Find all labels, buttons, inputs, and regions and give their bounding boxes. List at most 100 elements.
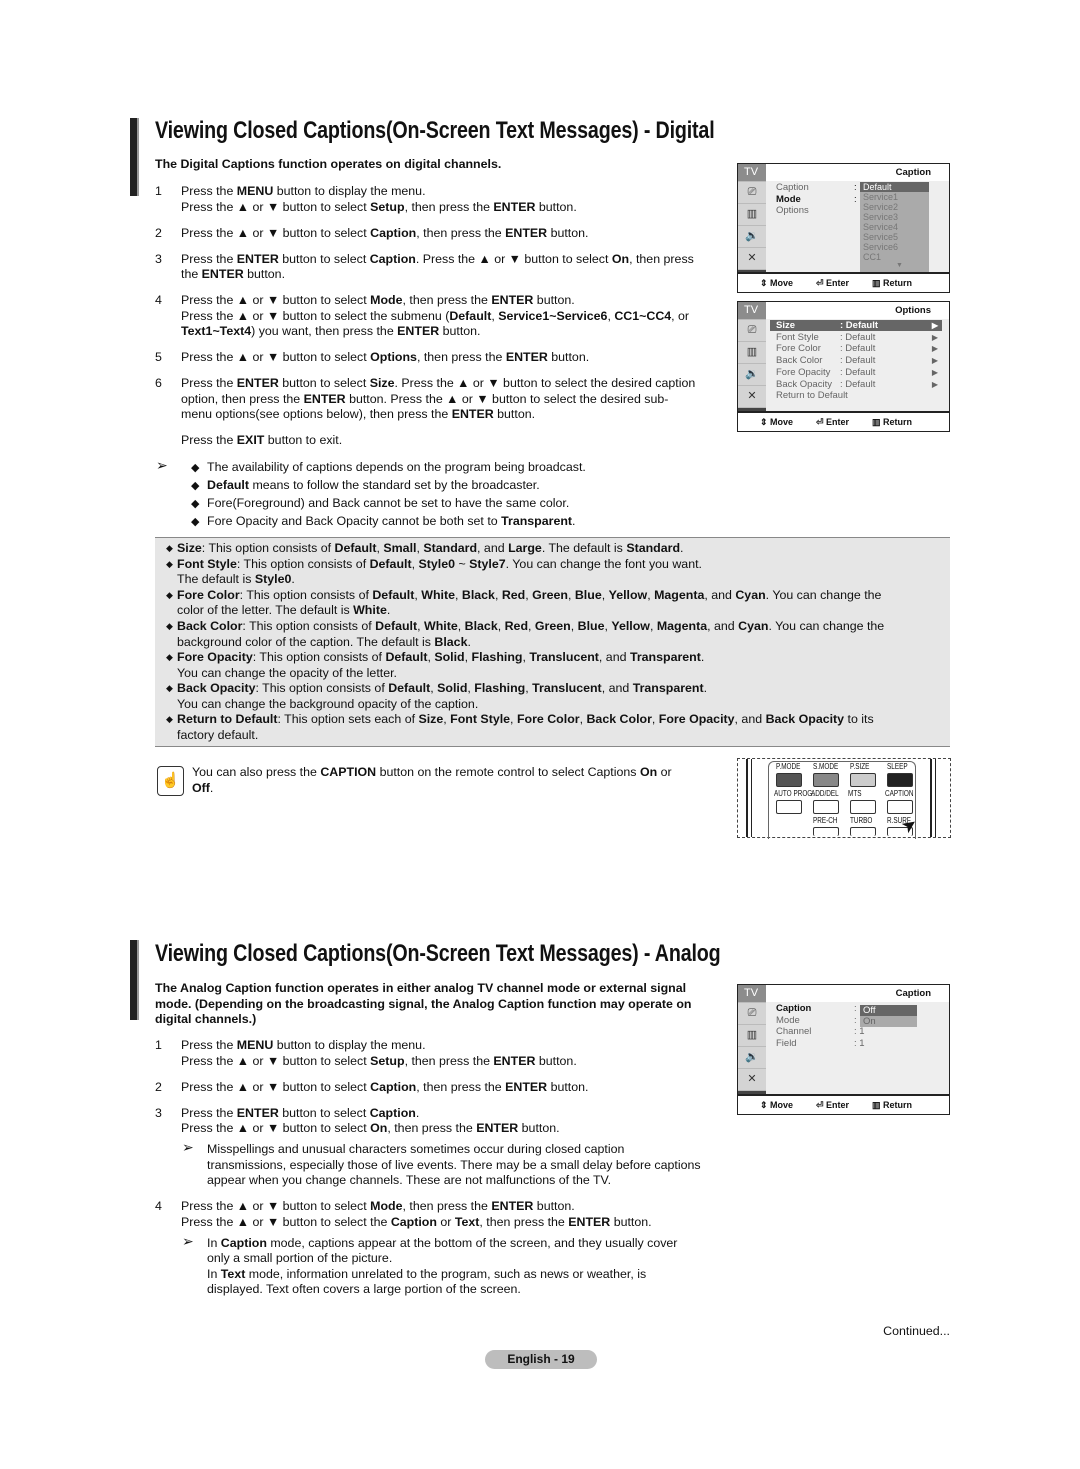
remote-label: CAPTION xyxy=(885,789,914,798)
tv-menu-item[interactable]: Fore Color: Default ▶ xyxy=(770,343,942,354)
text-run: , then press the xyxy=(402,293,492,307)
dropdown-option[interactable]: Off xyxy=(860,1005,917,1016)
tv-menu-item[interactable]: Return to Default xyxy=(770,390,942,401)
step-line: Press the ENTER button to select Size. P… xyxy=(181,376,695,391)
item-label: Back Opacity xyxy=(776,378,832,390)
remote-label: PRE-CH xyxy=(813,816,838,825)
tv-menu-item: Caption xyxy=(776,1003,812,1014)
emphasis: Black xyxy=(461,588,495,602)
emphasis: Text xyxy=(220,1267,246,1281)
tv-menu-item[interactable]: Size: Default ▶ xyxy=(770,320,942,331)
dropdown-option[interactable]: Service6 xyxy=(860,242,929,252)
step-line: Press the ▲ or ▼ button to select Setup,… xyxy=(181,200,577,215)
dropdown-option[interactable]: Default xyxy=(860,182,929,192)
tv-label: TV xyxy=(738,164,766,181)
emphasis: CC1~CC4 xyxy=(614,309,672,323)
remote-button-pmode[interactable] xyxy=(776,773,802,787)
remote-button-adddel[interactable] xyxy=(813,800,839,814)
tv-menu-item[interactable]: Font Style: Default ▶ xyxy=(770,332,942,343)
emphasis: MENU xyxy=(236,184,274,198)
text-run: button. xyxy=(547,226,589,240)
emphasis: ENTER xyxy=(493,200,536,214)
text-run: or xyxy=(657,765,672,779)
text-run: : This option consists of xyxy=(242,619,376,633)
remote-button-sleep[interactable] xyxy=(887,773,913,787)
remote-button-prech[interactable] xyxy=(813,827,839,836)
diamond-bullet-icon: ◆ xyxy=(191,462,200,474)
tv-menu-sidebar: TV⎚▥🔉✕⚌ xyxy=(738,302,766,429)
step-line: Press the ▲ or ▼ button to select Captio… xyxy=(181,226,588,241)
dropdown-option[interactable]: Service3 xyxy=(860,212,929,222)
return-hint: ▥ Return xyxy=(872,417,913,427)
text-run: . Press the ▲ or ▼ button to select the … xyxy=(394,376,696,390)
emphasis: Large xyxy=(508,541,542,555)
text-run: transmissions, especially those of live … xyxy=(207,1158,701,1172)
page-number: English - 19 xyxy=(485,1350,597,1369)
tv-menu-title: Caption xyxy=(766,985,949,1002)
remote-button-turbo[interactable] xyxy=(850,827,876,836)
step-number: 4 xyxy=(155,293,162,307)
tv-menu-item[interactable]: Back Opacity: Default ▶ xyxy=(770,379,942,390)
tv-menu-caption-analog: TV⎚▥🔉✕⚌Caption⇕ Move⏎ Enter▥ ReturnCapti… xyxy=(737,984,950,1115)
tv-menu-item[interactable]: Back Color: Default ▶ xyxy=(770,355,942,366)
step-number: 5 xyxy=(155,350,162,364)
emphasis: CAPTION xyxy=(320,765,377,779)
emphasis: Caption xyxy=(220,1236,267,1250)
emphasis: Solid xyxy=(437,681,468,695)
step-line: Press the ▲ or ▼ button to select Setup,… xyxy=(181,1054,577,1069)
text-run: Press the xyxy=(181,433,237,447)
emphasis: Cyan xyxy=(738,619,769,633)
text-run: , xyxy=(494,588,502,602)
picture-icon: ▥ xyxy=(738,203,766,225)
tv-menu-item: Mode xyxy=(776,1014,800,1026)
note-line: In Text mode, information unrelated to t… xyxy=(207,1267,646,1282)
dropdown-option[interactable]: Service4 xyxy=(860,222,929,232)
emphasis: Fore Opacity xyxy=(658,712,735,726)
tv-menu-item: Field xyxy=(776,1038,797,1050)
arrow-right-icon: ▶ xyxy=(931,344,938,354)
text-run: . xyxy=(700,650,705,664)
dropdown-option[interactable]: Service5 xyxy=(860,232,929,242)
text-run: Press the ▲ or ▼ button to select xyxy=(181,293,371,307)
text-run: Press the ▲ or ▼ button to select xyxy=(181,1199,371,1213)
remote-label: TURBO xyxy=(850,816,873,825)
emphasis: White xyxy=(353,603,387,617)
text-run: . You can change the font you want. xyxy=(505,557,702,571)
remote-button-psize[interactable] xyxy=(850,773,876,787)
diamond-bullet-icon: ◆ xyxy=(191,516,200,528)
remote-button-smode[interactable] xyxy=(813,773,839,787)
text-run: Misspellings and unusual characters some… xyxy=(207,1142,625,1156)
text-run: . xyxy=(415,1106,420,1120)
emphasis: Back Color xyxy=(586,712,652,726)
return-hint: ▥ Return xyxy=(872,1100,913,1110)
caption-onoff-dropdown: Off On xyxy=(860,1005,917,1027)
emphasis: Magenta xyxy=(654,588,705,602)
diamond-bullet-icon: ◆ xyxy=(166,559,173,569)
text-run: . xyxy=(209,781,214,795)
dropdown-option[interactable]: Service2 xyxy=(860,202,929,212)
remote-button-autoprog[interactable] xyxy=(776,800,802,814)
arrow-right-icon: ▶ xyxy=(931,356,938,366)
remote-label: P.SIZE xyxy=(850,762,870,771)
diamond-bullet-icon: ◆ xyxy=(191,480,200,492)
text-run: , then press the xyxy=(416,350,506,364)
text-run: . xyxy=(386,603,391,617)
tv-menu-item: Channel xyxy=(776,1026,812,1038)
tv-menu-item[interactable]: Fore Opacity: Default ▶ xyxy=(770,367,942,378)
step-line: Press the ▲ or ▼ button to select the su… xyxy=(181,309,689,324)
remote-button-mts[interactable] xyxy=(850,800,876,814)
tv-menu-item: Mode xyxy=(776,193,801,205)
analog-intro-line: mode. (Depending on the broadcasting sig… xyxy=(155,997,692,1011)
emphasis: Style7 xyxy=(469,557,506,571)
dropdown-option[interactable]: Service1 xyxy=(860,192,929,202)
emphasis: Caption xyxy=(369,252,416,266)
text-run: Press the xyxy=(181,252,237,266)
emphasis: EXIT xyxy=(236,433,265,447)
emphasis: ENTER xyxy=(505,350,548,364)
dropdown-option[interactable]: CC1 xyxy=(860,252,929,262)
step-line: option, then press the ENTER button. Pre… xyxy=(181,392,668,407)
text-run: to its xyxy=(844,712,874,726)
step-line: Press the ENTER button to select Caption… xyxy=(181,1106,419,1121)
dropdown-option[interactable]: On xyxy=(860,1016,917,1027)
text-run: Press the ▲ or ▼ button to select xyxy=(181,1080,371,1094)
